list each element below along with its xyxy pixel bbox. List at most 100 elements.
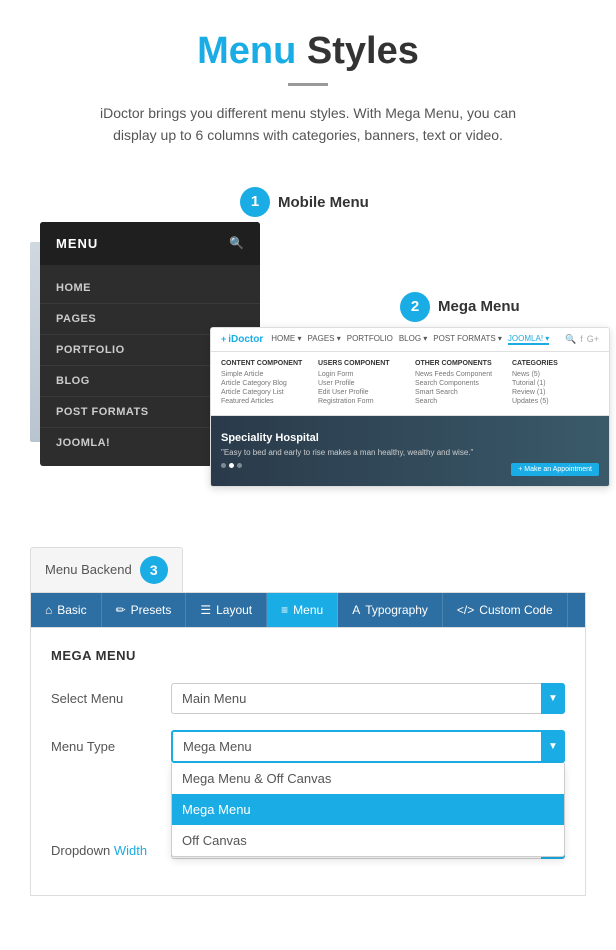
- nav-item: BLOG ▾: [399, 334, 427, 345]
- list-item: Login Form: [318, 371, 405, 378]
- mega-nav-items: HOME ▾ PAGES ▾ PORTFOLIO BLOG ▾ POST FOR…: [271, 334, 557, 345]
- typography-icon: A: [352, 603, 360, 617]
- tab-menu[interactable]: ≡ Menu: [267, 593, 338, 627]
- header-divider: [288, 83, 328, 86]
- list-item: Article Category Blog: [221, 380, 308, 387]
- menu-type-row: Menu Type Mega Menu ▼ Mega Menu & Off Ca…: [51, 730, 565, 763]
- tab-layout[interactable]: ☰ Layout: [186, 593, 267, 627]
- search-icon: 🔍: [565, 334, 576, 345]
- backend-label-row: Menu Backend 3: [30, 547, 183, 592]
- list-item: Search Components: [415, 380, 502, 387]
- section-title: MEGA MENU: [51, 648, 565, 663]
- tab-label: Typography: [365, 603, 428, 617]
- screenshots-section: 1 Mobile Menu MENU 🔍 HOME PAGES PORTFOLI…: [0, 167, 616, 537]
- list-item: News (5): [512, 371, 599, 378]
- dropdown-option-3[interactable]: Off Canvas: [172, 825, 564, 856]
- list-item: Edit User Profile: [318, 389, 405, 396]
- list-item: Updates (5): [512, 398, 599, 405]
- title-styles: Styles: [307, 30, 419, 72]
- list-item: Search: [415, 398, 502, 405]
- mega-logo: + iDoctor: [221, 334, 263, 345]
- select-menu-row: Select Menu Main Menu ▼: [51, 683, 565, 714]
- chevron-down-icon: ▼: [541, 730, 565, 763]
- hero-button: + Make an Appointment: [511, 463, 599, 476]
- mobile-menu-header: MENU 🔍: [40, 222, 260, 265]
- col-title: CONTENT COMPONENT: [221, 360, 308, 367]
- dot: [221, 463, 226, 468]
- backend-label: Menu Backend: [45, 562, 132, 577]
- width-blue-text: Width: [114, 843, 147, 858]
- nav-item-active: JOOMLA! ▾: [508, 334, 549, 345]
- col-title: CATEGORIES: [512, 360, 599, 367]
- mega-dropdown-panel: CONTENT COMPONENT Simple Article Article…: [211, 352, 609, 416]
- dropdown-option-2[interactable]: Mega Menu: [172, 794, 564, 825]
- tab-basic[interactable]: ⌂ Basic: [31, 593, 102, 627]
- mobile-menu-label: Mobile Menu: [278, 194, 369, 211]
- tab-label: Presets: [131, 603, 172, 617]
- header-section: Menu Styles iDoctor brings you different…: [0, 0, 616, 167]
- mega-col-1: CONTENT COMPONENT Simple Article Article…: [221, 360, 308, 407]
- search-icon: 🔍: [229, 236, 244, 250]
- mega-col-3: OTHER COMPONENTS News Feeds Component Se…: [415, 360, 502, 407]
- list-item: Featured Articles: [221, 398, 308, 405]
- list-item: News Feeds Component: [415, 371, 502, 378]
- tab-presets[interactable]: ✏ Presets: [102, 593, 187, 627]
- backend-section: Menu Backend 3 ⌂ Basic ✏ Presets ☰ Layou…: [0, 537, 616, 896]
- title-menu: Menu: [197, 30, 296, 72]
- code-icon: </>: [457, 603, 474, 617]
- header-description: iDoctor brings you different menu styles…: [98, 102, 518, 147]
- select-menu-field[interactable]: Main Menu ▼: [171, 683, 565, 714]
- dropdown-width-label: Dropdown Width: [51, 843, 171, 858]
- select-menu-wrapper[interactable]: Main Menu ▼: [171, 683, 565, 714]
- list-item: Simple Article: [221, 371, 308, 378]
- badge-3: 3: [140, 556, 168, 584]
- menu-icon: ≡: [281, 603, 288, 617]
- list-item: Registration Form: [318, 398, 405, 405]
- mega-menu-label: Mega Menu: [438, 298, 520, 315]
- chevron-down-icon: ▼: [541, 683, 565, 714]
- menu-type-wrapper[interactable]: Mega Menu ▼ Mega Menu & Off Canvas Mega …: [171, 730, 565, 763]
- menu-type-value: Mega Menu: [183, 739, 252, 754]
- home-icon: ⌂: [45, 603, 52, 617]
- content-panel: MEGA MENU Select Menu Main Menu ▼ Menu T…: [30, 628, 586, 896]
- tab-label: Basic: [57, 603, 86, 617]
- dot: [237, 463, 242, 468]
- tab-custom-code[interactable]: </> Custom Code: [443, 593, 568, 627]
- menu-type-label: Menu Type: [51, 739, 171, 754]
- hero-title: Speciality Hospital: [221, 432, 599, 444]
- mobile-menu-title: MENU: [56, 236, 98, 251]
- layout-icon: ☰: [200, 603, 211, 617]
- list-item: Article Category List: [221, 389, 308, 396]
- pencil-icon: ✏: [116, 603, 126, 617]
- hero-subtitle: "Easy to bed and early to rise makes a m…: [221, 448, 599, 457]
- mega-col-4: CATEGORIES News (5) Tutorial (1) Review …: [512, 360, 599, 407]
- tab-label: Layout: [216, 603, 252, 617]
- col-title: USERS COMPONENT: [318, 360, 405, 367]
- menu-type-field[interactable]: Mega Menu ▼: [171, 730, 565, 763]
- badge-2: 2: [400, 292, 430, 322]
- tab-typography[interactable]: A Typography: [338, 593, 443, 627]
- mega-hero: Speciality Hospital "Easy to bed and ear…: [211, 416, 609, 486]
- select-menu-label: Select Menu: [51, 691, 171, 706]
- nav-item: POST FORMATS ▾: [433, 334, 502, 345]
- list-item: Tutorial (1): [512, 380, 599, 387]
- nav-item: PORTFOLIO: [347, 334, 393, 345]
- select-menu-value: Main Menu: [182, 691, 246, 706]
- tab-label: Custom Code: [479, 603, 552, 617]
- mobile-menu-area: 1 Mobile Menu MENU 🔍 HOME PAGES PORTFOLI…: [30, 187, 586, 507]
- facebook-icon: f: [580, 334, 583, 345]
- mega-col-2: USERS COMPONENT Login Form User Profile …: [318, 360, 405, 407]
- list-item: HOME: [40, 273, 260, 304]
- mega-menu-screenshot: + iDoctor HOME ▾ PAGES ▾ PORTFOLIO BLOG …: [210, 327, 610, 487]
- tab-label: Menu: [293, 603, 323, 617]
- mega-menu-area: 2 Mega Menu + iDoctor HOME ▾ PAGES ▾ POR…: [210, 307, 610, 487]
- tab-bar: ⌂ Basic ✏ Presets ☰ Layout ≡ Menu A Typo…: [30, 592, 586, 628]
- badge-1: 1: [240, 187, 270, 217]
- list-item: Smart Search: [415, 389, 502, 396]
- list-item: User Profile: [318, 380, 405, 387]
- nav-item: PAGES ▾: [308, 334, 341, 345]
- mega-nav-icons: 🔍 f G+: [565, 334, 599, 345]
- menu-type-dropdown: Mega Menu & Off Canvas Mega Menu Off Can…: [171, 763, 565, 857]
- col-title: OTHER COMPONENTS: [415, 360, 502, 367]
- dropdown-option-1[interactable]: Mega Menu & Off Canvas: [172, 763, 564, 794]
